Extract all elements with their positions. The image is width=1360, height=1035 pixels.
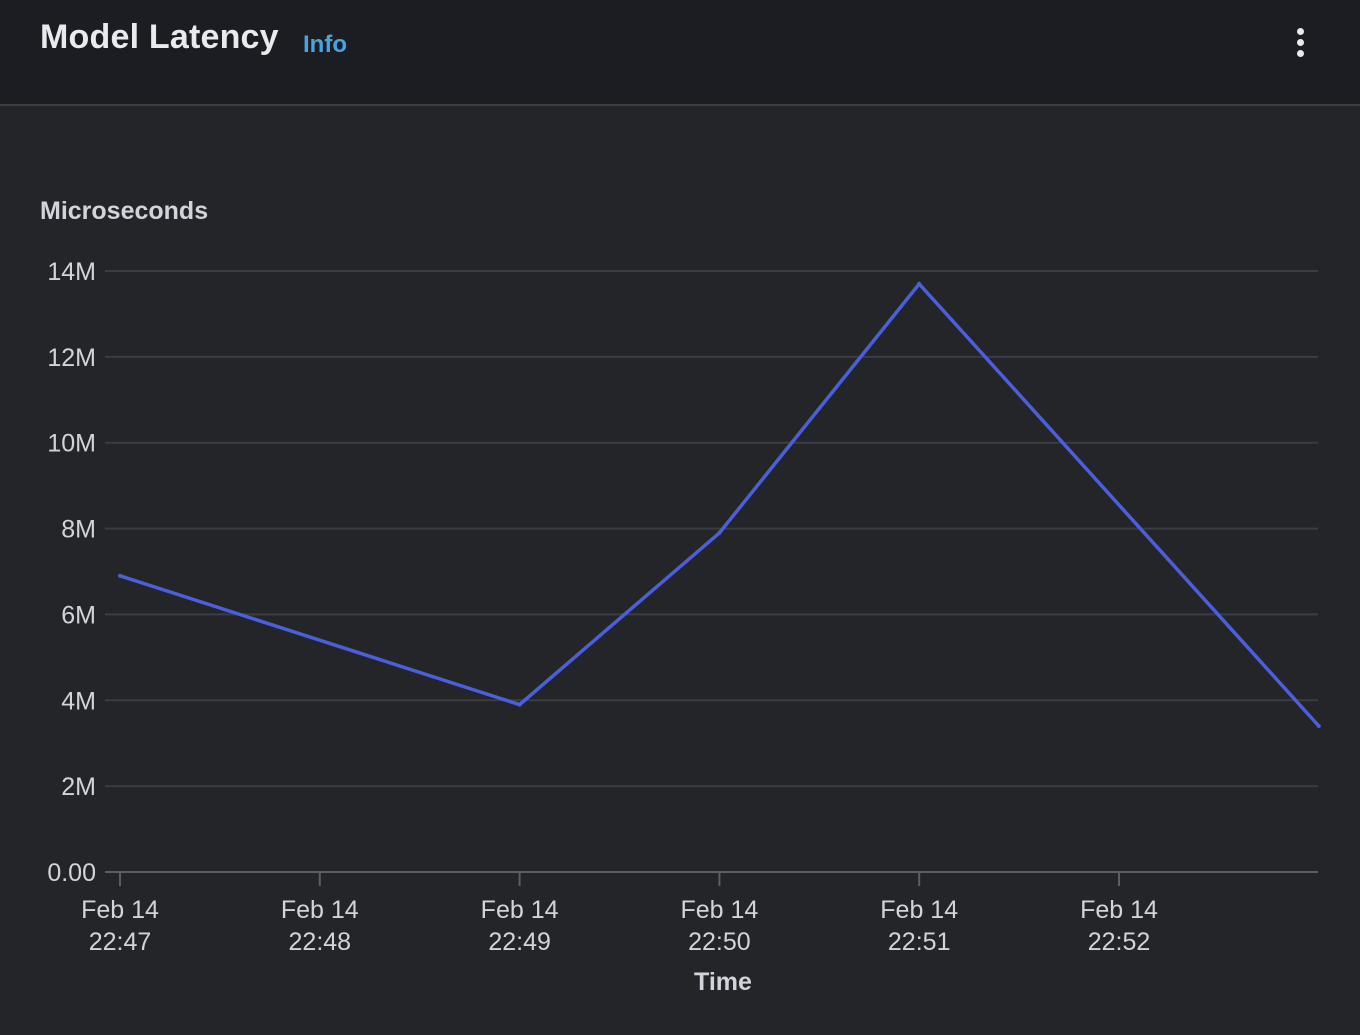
x-tick-date-label: Feb 14 [1080,896,1158,924]
y-tick-label: 14M [47,258,96,286]
vertical-ellipsis-icon[interactable] [1284,24,1318,60]
menu-dot [1297,39,1304,46]
x-tick-date-label: Feb 14 [880,896,958,924]
menu-dot [1297,50,1304,57]
y-tick-label: 6M [61,601,96,629]
x-tick-date-label: Feb 14 [281,896,359,924]
latency-line-chart: Microseconds Time 0.002M4M6M8M10M12M14M … [40,197,1321,996]
x-tick-date-label: Feb 14 [81,896,159,924]
chart-area: Microseconds Time 0.00 2M 4M 6M 8M 10M 12M 14M … [0,106,1360,1030]
y-tick-label: 0.00 [47,859,96,887]
panel-header: Model Latency Info [0,0,1360,106]
x-tick-time-label: 22:48 [289,928,352,956]
latency-series-line [119,281,1321,728]
y-tick-label: 12M [47,344,96,372]
data-point[interactable] [517,702,522,707]
data-point[interactable] [118,573,122,578]
panel-title: Model Latency [40,18,279,56]
x-tick-date-label: Feb 14 [680,896,758,924]
x-tick-date-label: Feb 14 [481,896,559,924]
y-tick-label: 2M [61,773,96,801]
data-point[interactable] [917,281,922,286]
x-tick-time-label: 22:49 [488,928,551,956]
info-link[interactable]: Info [303,31,347,59]
y-tick-label: 10M [47,430,96,458]
x-tick-time-label: 22:50 [688,928,751,956]
data-point[interactable] [1316,724,1321,729]
x-tick-time-label: 22:47 [89,928,152,956]
menu-dot [1297,28,1304,35]
data-point[interactable] [717,530,722,535]
x-tick-time-label: 22:52 [1088,928,1151,956]
y-axis-label: Microseconds [40,197,208,225]
x-tick-time-label: 22:51 [888,928,951,956]
y-tick-label: 4M [61,687,96,715]
y-tick-label: 8M [61,516,96,544]
x-axis-label: Time [694,968,752,996]
